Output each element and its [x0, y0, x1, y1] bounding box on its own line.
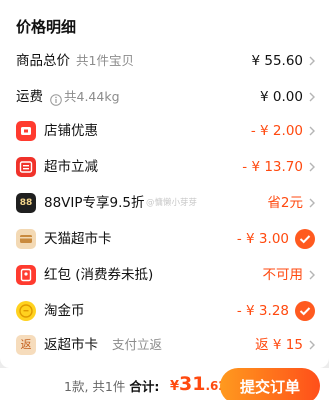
chevron-right-icon	[306, 161, 318, 173]
goods-total-count: 共1件宝贝	[76, 53, 134, 68]
return-card-label: 返超市卡	[44, 337, 98, 353]
row-return-card[interactable]: 返 返超市卡 支付立返 返 ¥ 15	[0, 328, 329, 362]
panel-title: 价格明细	[16, 18, 77, 36]
price-detail-panel: 价格明细 商品总价 共1件宝贝 ¥ 55.60 运费 共4.44kg ¥ 0.0…	[0, 0, 329, 368]
tmall-card-value: - ¥ 3.00	[236, 231, 289, 247]
shipping-value: ¥ 0.00	[260, 89, 303, 105]
coin-icon	[16, 301, 36, 321]
watermark: @慵懒小芽芽	[146, 198, 198, 208]
total-label: 合计:	[129, 379, 160, 394]
submit-order-button[interactable]: 提交订单	[220, 368, 320, 400]
shipping-label: 运费	[16, 89, 43, 105]
red-packet-value: 不可用	[262, 267, 304, 283]
row-red-packet[interactable]: 红包 (消费券未抵) 不可用	[0, 258, 329, 292]
row-taojinbi[interactable]: 淘金币 - ¥ 3.28	[0, 294, 329, 328]
shop-coupon-icon	[16, 121, 36, 141]
vip-value: 省2元	[267, 195, 303, 211]
vip-88-icon: 88	[16, 193, 36, 213]
row-supermarket-discount[interactable]: 超市立减 - ¥ 13.70	[0, 150, 329, 184]
checkbox-checked-icon[interactable]	[295, 301, 315, 321]
currency-symbol: ¥	[170, 379, 180, 394]
total-amount: ¥31.62	[170, 370, 227, 398]
checkout-bar: 1款, 共1件 合计: ¥31.62 提交订单	[0, 368, 329, 400]
chevron-right-icon	[306, 339, 318, 351]
red-packet-icon	[16, 265, 36, 285]
row-shop-discount[interactable]: 店铺优惠 - ¥ 2.00	[0, 114, 329, 148]
goods-total-value: ¥ 55.60	[251, 53, 303, 69]
row-goods-total[interactable]: 商品总价 共1件宝贝 ¥ 55.60	[0, 44, 329, 78]
row-shipping[interactable]: 运费 共4.44kg ¥ 0.00	[0, 80, 329, 114]
vip-label: 88VIP专享9.5折	[44, 195, 145, 211]
order-summary: 1款, 共1件 合计:	[64, 374, 159, 400]
return-card-value: 返 ¥ 15	[255, 337, 303, 353]
shop-discount-value: - ¥ 2.00	[250, 123, 303, 139]
shop-discount-label: 店铺优惠	[44, 123, 98, 139]
tmall-card-label: 天猫超市卡	[44, 231, 112, 247]
red-packet-label: 红包 (消费券未抵)	[44, 267, 154, 283]
goods-total-label: 商品总价	[16, 53, 70, 69]
taojinbi-label: 淘金币	[44, 303, 85, 319]
checkbox-checked-icon[interactable]	[295, 229, 315, 249]
row-tmall-card[interactable]: 天猫超市卡 - ¥ 3.00	[0, 222, 329, 256]
supermarket-discount-value: - ¥ 13.70	[242, 159, 303, 175]
return-card-note: 支付立返	[112, 337, 163, 352]
chevron-right-icon	[306, 197, 318, 209]
total-integer: 31	[179, 373, 206, 395]
supermarket-discount-label: 超市立减	[44, 159, 98, 175]
chevron-right-icon	[306, 125, 318, 137]
shipping-weight: 共4.44kg	[64, 89, 120, 104]
taojinbi-value: - ¥ 3.28	[236, 303, 289, 319]
card-icon	[16, 229, 36, 249]
chevron-right-icon	[306, 55, 318, 67]
chevron-right-icon	[306, 91, 318, 103]
chevron-right-icon	[306, 269, 318, 281]
supermarket-icon	[16, 157, 36, 177]
return-icon: 返	[16, 335, 36, 355]
item-count: 1款, 共1件	[64, 379, 126, 394]
info-icon[interactable]	[50, 91, 62, 106]
